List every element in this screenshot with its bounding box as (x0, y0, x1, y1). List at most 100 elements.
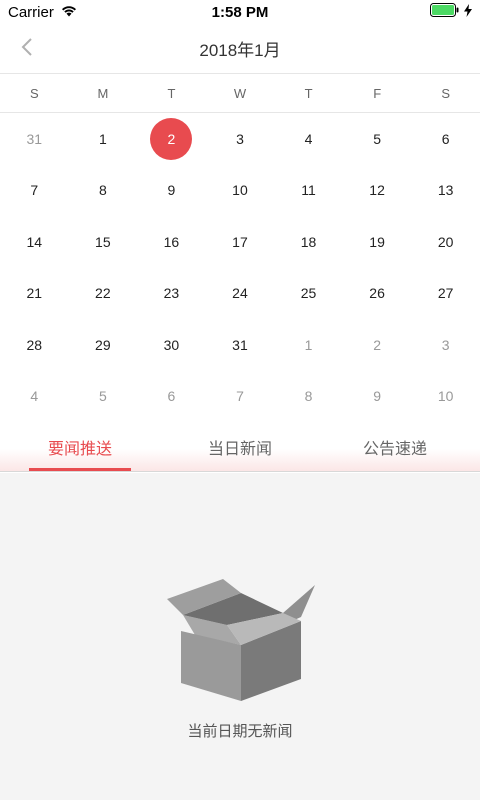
day-number: 22 (95, 285, 111, 302)
day-number: 4 (30, 388, 39, 405)
calendar-day[interactable]: 17 (206, 216, 275, 268)
calendar-day[interactable]: 8 (274, 371, 343, 423)
calendar-day[interactable]: 31 (206, 319, 275, 371)
calendar-day[interactable]: 3 (411, 319, 480, 371)
calendar-day[interactable]: 22 (69, 268, 138, 320)
day-number: 8 (304, 388, 313, 405)
day-number: 26 (369, 285, 385, 302)
back-button[interactable] (12, 34, 42, 64)
day-number: 29 (95, 336, 111, 353)
day-number: 2 (373, 336, 381, 353)
calendar-day[interactable]: 3 (206, 113, 275, 165)
day-number: 23 (163, 285, 180, 302)
news-tabs: 要闻推送 当日新闻 公告速递 (0, 422, 480, 472)
calendar-day[interactable]: 31 (0, 113, 69, 165)
tab-label: 公告速递 (362, 440, 427, 458)
day-number: 13 (437, 182, 454, 199)
calendar-day[interactable]: 2 (343, 319, 412, 371)
weekday-label: S (441, 86, 451, 101)
day-number: 12 (369, 182, 385, 199)
status-bar: Carrier 1:58 PM (0, 0, 480, 24)
day-number: 19 (369, 233, 385, 250)
calendar-day[interactable]: 26 (343, 268, 412, 320)
calendar-day[interactable]: 20 (411, 216, 480, 268)
empty-box-icon (165, 573, 315, 703)
day-number: 18 (300, 233, 317, 250)
day-number: 10 (232, 182, 248, 199)
tab-label: 要闻推送 (47, 440, 112, 458)
calendar-day[interactable]: 19 (343, 216, 412, 268)
tab-active-indicator (29, 468, 131, 471)
day-number: 6 (167, 388, 176, 405)
calendar-day[interactable]: 10 (206, 165, 275, 217)
day-number: 5 (98, 388, 107, 405)
day-number: 8 (98, 182, 107, 199)
calendar-day[interactable]: 23 (137, 268, 206, 320)
nav-bar: 2018年1月 (0, 24, 480, 74)
tab-announcements[interactable]: 公告速递 (320, 422, 470, 471)
calendar-day[interactable]: 10 (411, 371, 480, 423)
day-number: 28 (26, 336, 43, 353)
calendar-day[interactable]: 6 (137, 371, 206, 423)
charging-icon (464, 3, 472, 21)
day-number: 20 (437, 233, 454, 250)
calendar-day[interactable]: 14 (0, 216, 69, 268)
calendar-day[interactable]: 12 (343, 165, 412, 217)
calendar-day[interactable]: 1 (274, 319, 343, 371)
calendar-day[interactable]: 7 (0, 165, 69, 217)
calendar-day[interactable]: 13 (411, 165, 480, 217)
day-number: 1 (98, 130, 107, 147)
day-number: 3 (236, 130, 244, 147)
day-number: 16 (163, 233, 180, 250)
calendar-day[interactable]: 6 (411, 113, 480, 165)
calendar-day[interactable]: 29 (69, 319, 138, 371)
day-number: 24 (232, 285, 248, 302)
day-number: 9 (167, 182, 176, 199)
page-title: 2018年1月 (199, 41, 281, 60)
tab-daily-news[interactable]: 当日新闻 (160, 422, 320, 471)
calendar-day[interactable]: 9 (137, 165, 206, 217)
day-number: 1 (304, 336, 313, 353)
calendar-day[interactable]: 21 (0, 268, 69, 320)
calendar-day[interactable]: 24 (206, 268, 275, 320)
day-number: 27 (437, 285, 454, 302)
calendar-day[interactable]: 4 (274, 113, 343, 165)
calendar-day[interactable]: 25 (274, 268, 343, 320)
calendar-day[interactable]: 18 (274, 216, 343, 268)
day-number: 17 (232, 233, 248, 250)
calendar-day[interactable]: 9 (343, 371, 412, 423)
calendar-day[interactable]: 1 (69, 113, 138, 165)
calendar-day[interactable]: 11 (274, 165, 343, 217)
day-number: 31 (232, 336, 248, 353)
tab-label: 当日新闻 (207, 440, 272, 458)
calendar-day[interactable]: 4 (0, 371, 69, 423)
calendar-day[interactable]: 16 (137, 216, 206, 268)
day-number: 2 (150, 117, 193, 160)
calendar-day[interactable]: 5 (343, 113, 412, 165)
weekday-label: F (373, 86, 382, 101)
empty-state-message: 当前日期无新闻 (187, 723, 293, 740)
day-number: 3 (441, 336, 450, 353)
tab-headline-news[interactable]: 要闻推送 (0, 422, 160, 471)
news-content: 当前日期无新闻 (0, 473, 480, 800)
day-number: 31 (26, 130, 43, 147)
battery-icon (430, 3, 460, 21)
calendar-day[interactable]: 30 (137, 319, 206, 371)
calendar-day[interactable]: 5 (69, 371, 138, 423)
calendar-day[interactable]: 8 (69, 165, 138, 217)
calendar-day-selected[interactable]: 2 (137, 113, 206, 165)
day-number: 7 (30, 182, 39, 199)
day-number: 11 (301, 182, 316, 199)
wifi-icon (60, 4, 78, 21)
calendar-day[interactable]: 7 (206, 371, 275, 423)
day-number: 10 (437, 388, 454, 405)
calendar-day[interactable]: 15 (69, 216, 138, 268)
calendar-day[interactable]: 28 (0, 319, 69, 371)
weekday-label: T (167, 86, 176, 101)
day-number: 9 (373, 388, 381, 405)
weekday-label: S (29, 86, 39, 101)
day-number: 25 (300, 285, 317, 302)
calendar-day[interactable]: 27 (411, 268, 480, 320)
day-number: 30 (163, 336, 180, 353)
weekday-label: T (304, 86, 313, 101)
